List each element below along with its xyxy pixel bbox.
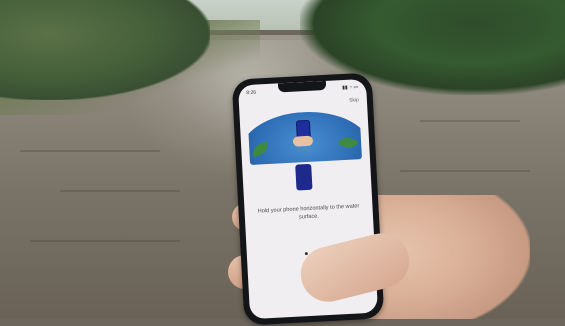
ripple [400, 170, 530, 172]
hand-icon [292, 135, 314, 147]
instruction-text: Hold your phone horizontally to the wate… [257, 203, 360, 221]
skip-link[interactable]: Skip [349, 97, 359, 104]
ripple [60, 190, 180, 192]
ripple [20, 150, 160, 152]
status-bar: 8:26 ▮▮ ◔ ▭ [238, 79, 367, 102]
ripple [420, 120, 520, 122]
phone-horizontal-icon [295, 163, 313, 191]
trees-left [0, 0, 210, 100]
status-icons: ▮▮ ◔ ▭ [342, 84, 359, 92]
ripple [30, 240, 180, 242]
earth-illustration [247, 109, 362, 165]
status-time: 8:26 [246, 89, 257, 97]
